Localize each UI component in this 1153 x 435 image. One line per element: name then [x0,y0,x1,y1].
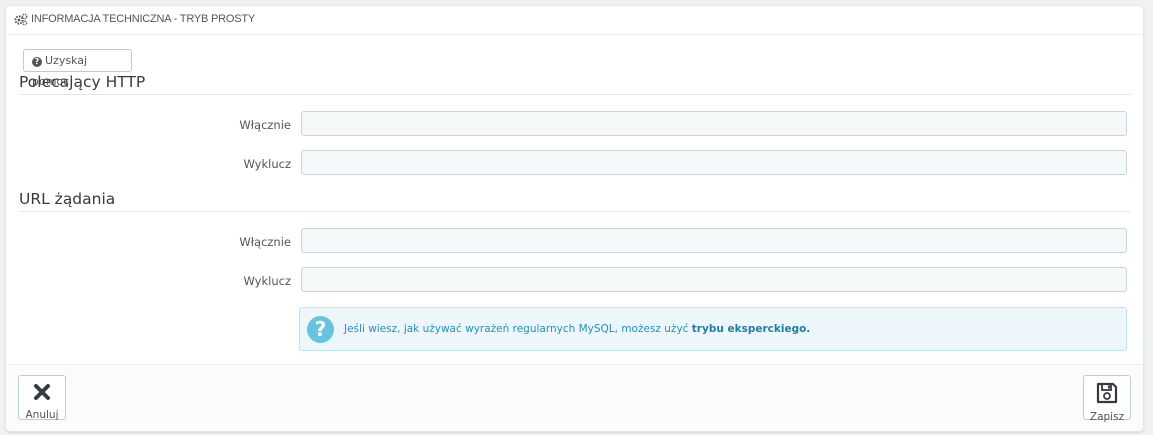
expert-mode-link[interactable]: trybu eksperckiego. [692,323,811,335]
panel-heading: INFORMACJA TECHNICZNA - TRYB PROSTY [6,6,1143,35]
section-divider [19,211,1131,212]
referrer-include-label: Włącznie [239,118,291,132]
question-circle-icon: ? [32,57,42,67]
request-exclude-input[interactable] [301,267,1127,292]
technical-info-panel: INFORMACJA TECHNICZNA - TRYB PROSTY ? Uzy… [5,5,1144,432]
section-title-http-referrer: Polecający HTTP [19,73,146,91]
floppy-disk-icon [1096,382,1118,404]
help-button[interactable]: ? Uzyskaj pomoc! [23,49,132,88]
referrer-exclude-label: Wyklucz [243,157,291,171]
request-include-input[interactable] [301,228,1127,253]
referrer-include-input[interactable] [301,111,1127,136]
section-title-request-url: URL żądania [19,190,116,208]
referrer-exclude-input[interactable] [301,150,1127,175]
close-icon [34,384,50,400]
cogs-icon [14,13,28,26]
cancel-button[interactable]: Anuluj [18,375,66,421]
section-divider [19,94,1131,95]
info-alert: ? Jeśli wiesz, jak używać wyrażeń regula… [299,307,1127,351]
panel-title: INFORMACJA TECHNICZNA - TRYB PROSTY [31,13,256,25]
save-button[interactable]: Zapisz [1083,375,1131,423]
question-icon: ? [307,316,334,343]
request-include-label: Włącznie [239,235,291,249]
save-button-label: Zapisz [1089,411,1125,423]
request-exclude-label: Wyklucz [243,274,291,288]
cancel-button-label: Anuluj [25,409,59,421]
panel-footer: Anuluj Zapisz [6,364,1143,431]
alert-message: Jeśli wiesz, jak używać wyrażeń regularn… [344,323,810,335]
alert-text: Jeśli wiesz, jak używać wyrażeń regularn… [344,323,692,335]
